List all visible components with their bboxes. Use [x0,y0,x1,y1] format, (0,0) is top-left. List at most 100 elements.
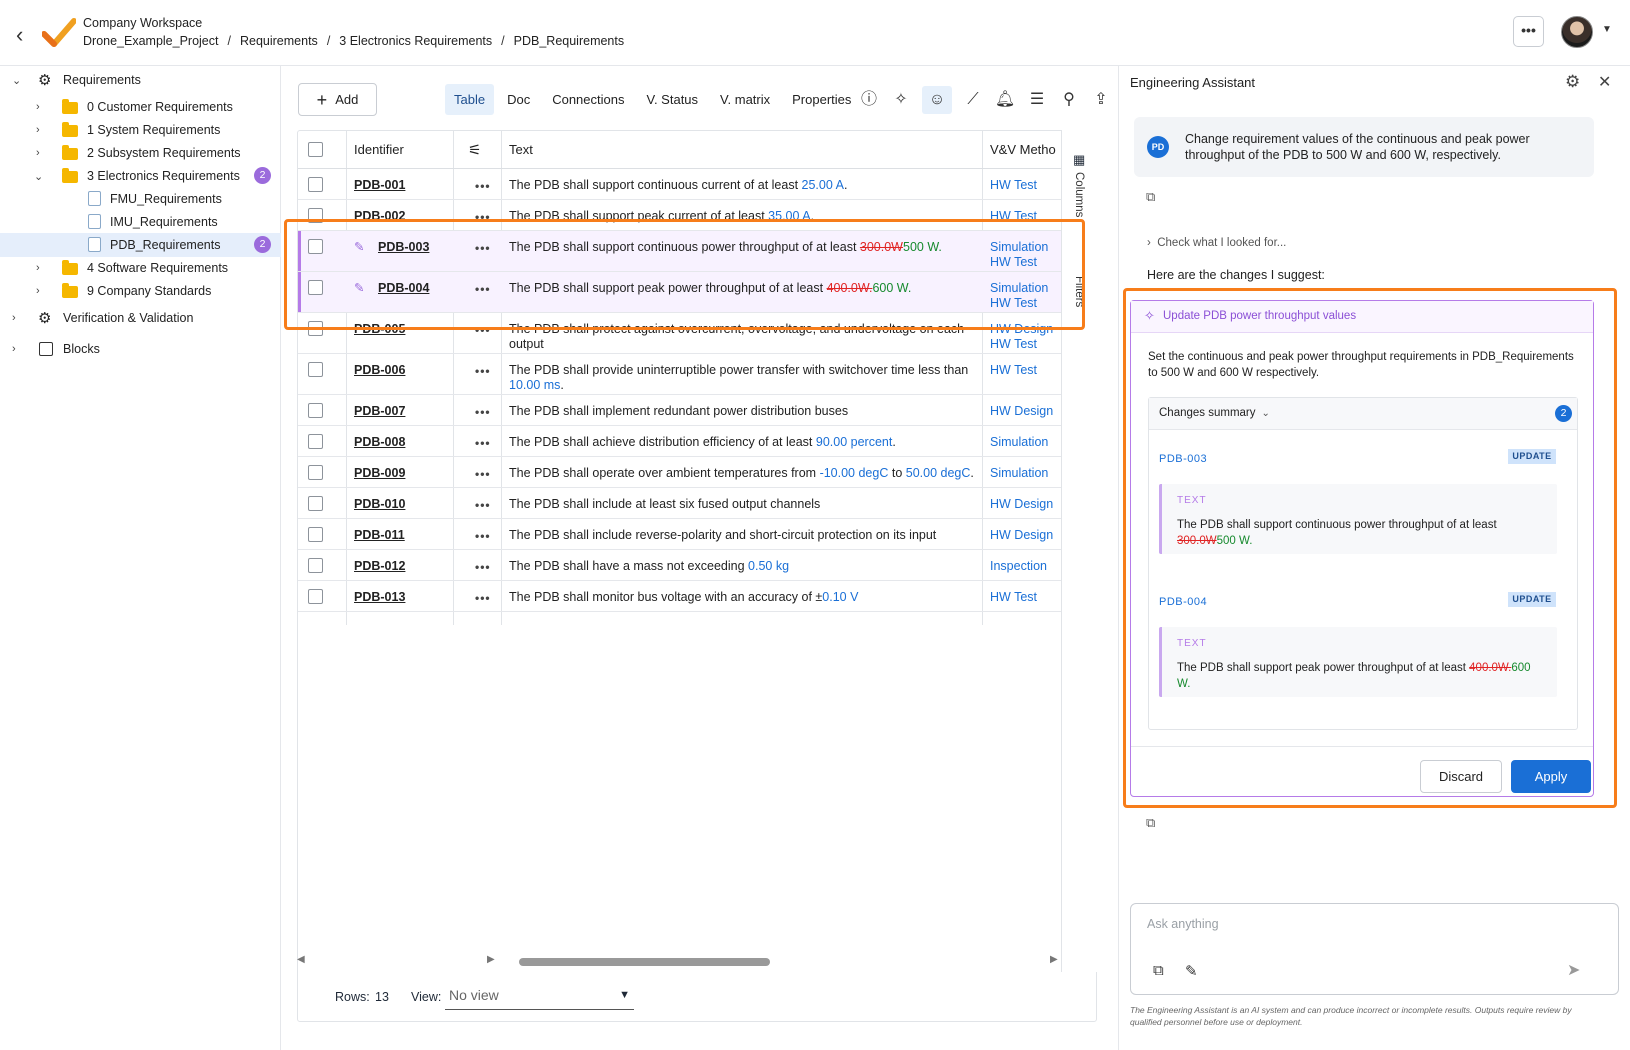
row-actions-icon[interactable]: ••• [475,282,491,297]
chevron-down-icon[interactable]: ⌄ [34,170,43,183]
tab-doc[interactable]: Doc [498,84,539,115]
table-row[interactable]: PDB-012 ••• The PDB shall have a mass not … [298,550,1080,581]
change-requirement-id[interactable]: PDB-004 [1159,596,1207,608]
table-row[interactable]: PDB-007 ••• The PDB shall implement redund… [298,395,1080,426]
tab-v-status[interactable]: V. Status [637,84,707,115]
row-checkbox[interactable] [308,589,323,604]
settings-gear-icon[interactable]: ⚙ [1565,72,1580,92]
requirement-text[interactable]: The PDB shall support peak current of at… [509,209,977,224]
vv-method-cell[interactable]: Simulation HW Test [990,281,1048,311]
vv-method-cell[interactable]: HW Test [990,209,1037,224]
vv-method-link[interactable]: HW Design [990,322,1053,337]
breadcrumb-project[interactable]: Drone_Example_Project [83,34,219,48]
send-icon[interactable]: ➤ [1567,960,1580,980]
table-row[interactable]: ✎ PDB-004 ••• The PDB shall support peak po… [298,272,1080,313]
vv-method-link[interactable]: HW Design [990,497,1053,512]
scrollbar-thumb[interactable] [519,958,770,966]
tree-item-system[interactable]: › 1 System Requirements [0,118,281,142]
vv-method-link[interactable]: HW Test [990,337,1053,352]
tab-properties[interactable]: Properties [783,84,860,115]
row-actions-icon[interactable]: ••• [475,323,491,338]
close-icon[interactable]: ✕ [1598,72,1611,92]
tree-root-requirements[interactable]: ⌄ ⚙ Requirements [0,68,281,92]
row-checkbox[interactable] [308,527,323,542]
columns-icon[interactable]: ▦ [1073,152,1085,168]
table-row[interactable]: PDB-009 ••• The PDB shall operate over amb… [298,457,1080,488]
table-row[interactable]: PDB-002 ••• The PDB shall support peak cur… [298,200,1080,231]
requirement-id[interactable]: PDB-009 [354,466,405,481]
horizontal-scrollbar[interactable]: ◀ ▶ ▶ [297,954,1080,970]
requirement-text[interactable]: The PDB shall monitor bus voltage with a… [509,590,977,605]
table-row[interactable]: ✎ PDB-003 ••• The PDB shall support continu… [298,231,1080,272]
row-checkbox[interactable] [308,239,323,254]
row-actions-icon[interactable]: ••• [475,560,491,575]
requirement-text[interactable]: The PDB shall support continuous current… [509,178,977,193]
breadcrumb-electronics[interactable]: 3 Electronics Requirements [339,34,492,48]
row-actions-icon[interactable]: ••• [475,436,491,451]
chevron-right-icon[interactable]: › [12,343,16,355]
brush-icon[interactable]: ✎ [1185,962,1198,980]
vv-method-link[interactable]: HW Design [990,404,1053,419]
user-avatar[interactable] [1561,16,1593,48]
copy-icon[interactable]: ⧉ [1146,189,1155,205]
table-row[interactable]: PDB-011 ••• The PDB shall include reverse-… [298,519,1080,550]
row-checkbox[interactable] [308,465,323,480]
table-row[interactable]: PDB-008 ••• The PDB shall achieve distribu… [298,426,1080,457]
tree-item-imu[interactable]: IMU_Requirements [0,210,281,234]
vv-method-cell[interactable]: HW Test [990,178,1037,193]
requirement-text[interactable]: The PDB shall protect against overcurren… [509,322,977,352]
vv-method-cell[interactable]: Simulation [990,466,1048,481]
table-row[interactable]: PDB-001 ••• The PDB shall support continuo… [298,169,1080,200]
row-actions-icon[interactable]: ••• [475,591,491,606]
row-actions-icon[interactable]: ••• [475,179,491,194]
table-row[interactable]: PDB-010 ••• The PDB shall include at least… [298,488,1080,519]
tab-table[interactable]: Table [445,84,495,115]
row-checkbox[interactable] [308,496,323,511]
export-icon[interactable]: ⇪ [1090,86,1112,114]
apply-button[interactable]: Apply [1511,760,1591,793]
requirement-text[interactable]: The PDB shall have a mass not exceeding … [509,559,977,574]
scroll-left-icon[interactable]: ◀ [297,954,305,965]
select-all-checkbox[interactable] [308,142,323,157]
requirement-id[interactable]: PDB-011 [354,528,405,543]
vv-method-cell[interactable]: Simulation HW Test [990,240,1048,270]
row-checkbox[interactable] [308,321,323,336]
requirement-id[interactable]: PDB-002 [354,209,405,224]
requirement-text[interactable]: The PDB shall support continuous power t… [509,240,977,255]
requirement-text[interactable]: The PDB shall operate over ambient tempe… [509,466,977,481]
search-icon[interactable]: ⚲ [1058,86,1080,114]
vv-method-cell[interactable]: HW Design HW Test [990,322,1053,352]
vv-method-cell[interactable]: HW Design [990,404,1053,419]
tree-item-software[interactable]: › 4 Software Requirements [0,256,281,280]
vv-method-link[interactable]: Simulation [990,281,1048,296]
breadcrumb-pdb[interactable]: PDB_Requirements [514,34,624,48]
check-looked-for[interactable]: › Check what I looked for... [1147,237,1286,249]
row-actions-icon[interactable]: ••• [475,405,491,420]
change-requirement-id[interactable]: PDB-003 [1159,453,1207,465]
vv-method-link[interactable]: HW Test [990,590,1037,605]
vv-method-cell[interactable]: HW Test [990,363,1037,378]
requirement-text[interactable]: The PDB shall support peak power through… [509,281,977,296]
requirement-id[interactable]: PDB-013 [354,590,405,605]
row-checkbox[interactable] [308,177,323,192]
chevron-down-icon[interactable]: ⌄ [12,74,21,87]
requirement-text[interactable]: The PDB shall include at least six fused… [509,497,977,512]
tree-item-pdb[interactable]: PDB_Requirements 2 [0,233,281,257]
vv-method-cell[interactable]: HW Design [990,528,1053,543]
filters-toggle[interactable]: Filters [1073,276,1085,307]
column-identifier[interactable]: Identifier [354,142,404,157]
row-checkbox[interactable] [308,208,323,223]
column-text[interactable]: Text [509,142,533,157]
table-row[interactable]: PDB-005 ••• The PDB shall protect against … [298,313,1080,354]
tree-item-electronics[interactable]: ⌄ 3 Electronics Requirements 2 [0,164,281,188]
tree-item-blocks[interactable]: › Blocks [0,337,281,361]
column-vv-method[interactable]: V&V Metho [990,142,1056,157]
back-arrow-icon[interactable]: ‹ [16,22,23,48]
scroll-right-icon[interactable]: ▶ [487,954,495,965]
requirement-text[interactable]: The PDB shall achieve distribution effic… [509,435,977,450]
vv-method-cell[interactable]: HW Test [990,590,1037,605]
vv-method-link[interactable]: HW Test [990,255,1048,270]
avatar-menu-caret-icon[interactable]: ▼ [1602,24,1612,35]
vv-method-link[interactable]: Inspection [990,559,1047,574]
assistant-robot-icon[interactable]: ☺ [922,86,952,114]
